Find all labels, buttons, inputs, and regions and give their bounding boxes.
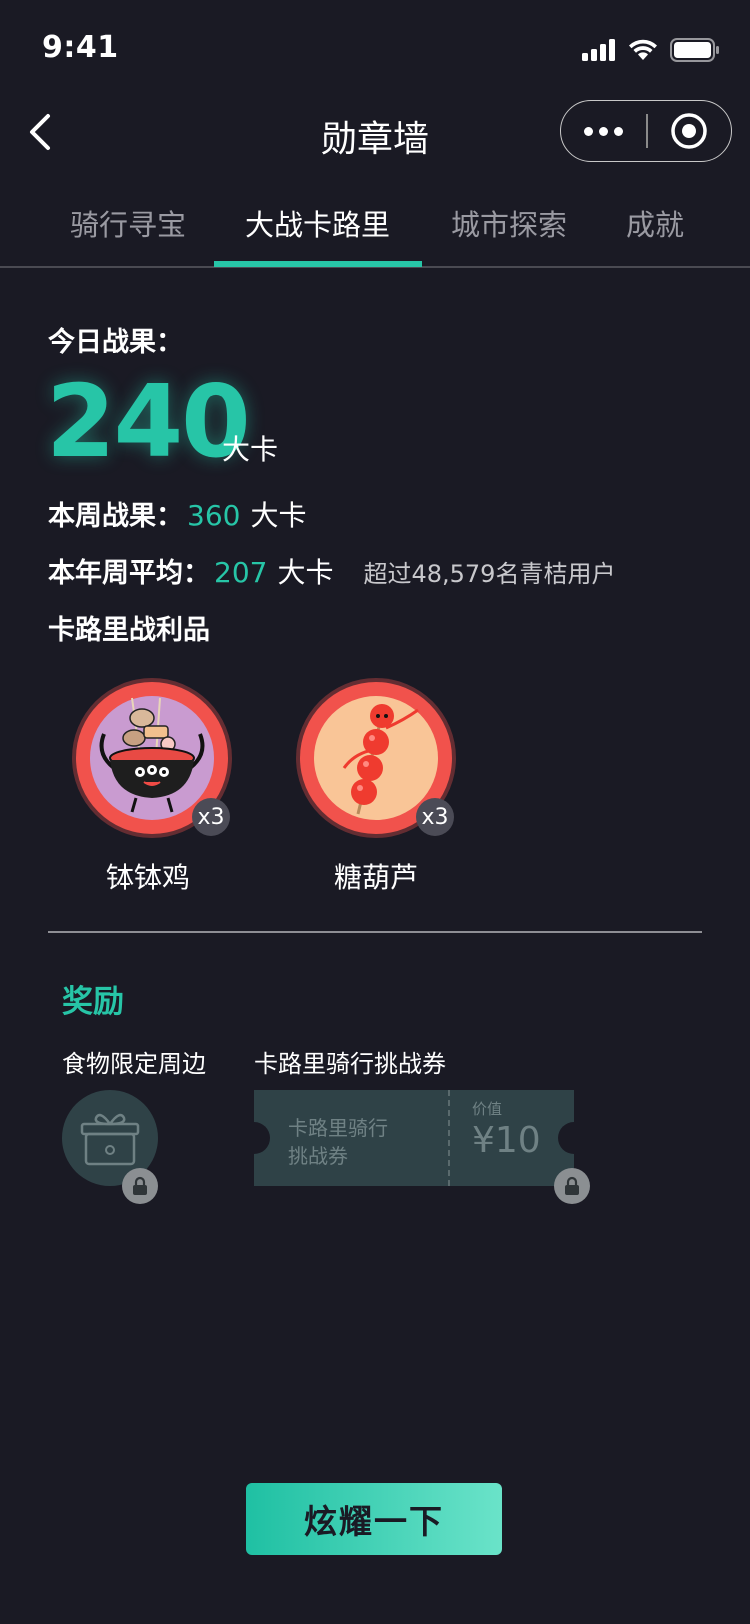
target-close-icon [671,113,708,149]
badge-count-boboji: x3 [192,798,230,836]
badge-name-tanghulu: 糖葫芦 [333,861,418,894]
mini-program-capsule [560,100,732,162]
close-mini-program-button[interactable] [648,112,731,150]
rewards-title: 奖励 [62,984,124,1020]
coupon-name-line2: 挑战券 [288,1144,348,1168]
section-divider [48,931,702,933]
merch-lock-badge [122,1168,158,1204]
week-unit: 大卡 [250,499,307,532]
coupon-perforation [448,1090,450,1186]
calorie-challenge-coupon[interactable]: 卡路里骑行 挑战券 价值 ¥10 [254,1090,574,1186]
today-calories-value: 240 [46,363,251,480]
merch-label: 食物限定周边 [62,1050,206,1078]
battery-icon [670,38,719,62]
coupon-name: 卡路里骑行 挑战券 [288,1114,388,1170]
more-options-button[interactable] [561,126,646,136]
wifi-icon [629,39,657,60]
coupon-notch-left [254,1122,270,1154]
tab-achievements[interactable]: 成就 [626,202,684,244]
rank-text: 超过48,579名青桔用户 [363,560,616,588]
status-icons [582,38,720,62]
tab-bar: 骑行寻宝 大战卡路里 城市探索 成就 [0,200,750,268]
share-button[interactable]: 炫耀一下 [246,1483,502,1555]
year-label: 本年周平均： [48,558,210,589]
coupon-lock-badge [554,1168,590,1204]
coupon-label: 卡路里骑行挑战券 [254,1050,446,1078]
lock-icon [565,1176,579,1195]
year-value: 207 [214,556,268,589]
year-unit: 大卡 [277,556,334,589]
year-stat-row: 本年周平均： 207 大卡 超过48,579名青桔用户 [48,551,615,591]
status-time: 9:41 [42,30,119,65]
week-value: 360 [187,499,241,532]
cellular-signal-icon [582,39,615,61]
badge-count-tanghulu: x3 [416,798,454,836]
tab-city-explore[interactable]: 城市探索 [451,202,567,244]
tab-calorie-battle[interactable]: 大战卡路里 [245,202,390,244]
active-tab-indicator [214,261,422,267]
lock-icon [133,1176,147,1195]
trophies-title: 卡路里战利品 [48,615,210,646]
coupon-value: ¥10 [472,1120,541,1161]
week-label: 本周战果： [48,501,183,532]
coupon-name-line1: 卡路里骑行 [288,1116,388,1140]
today-unit: 大卡 [222,433,279,466]
today-label: 今日战果： [48,327,183,358]
week-stat-row: 本周战果： 360 大卡 [48,494,306,534]
tab-riding-treasure[interactable]: 骑行寻宝 [70,202,186,244]
coupon-value-label: 价值 [472,1100,503,1118]
badge-name-boboji: 钵钵鸡 [105,861,190,894]
coupon-notch-right [558,1122,574,1154]
